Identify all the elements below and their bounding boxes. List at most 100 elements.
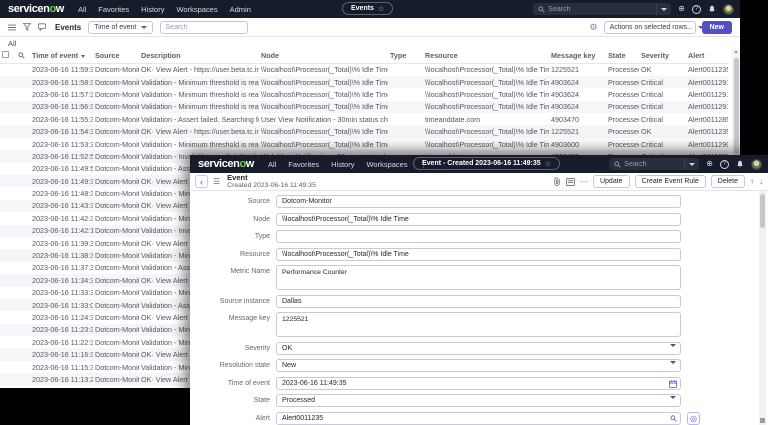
time-of-event-link[interactable]: 2023-06-16 11:48:34 <box>30 187 93 199</box>
servicenow-logo[interactable]: servicenow <box>198 158 254 170</box>
global-search-input[interactable]: Search <box>609 158 700 170</box>
nav-item-all[interactable]: All <box>268 160 276 169</box>
time-of-event-link[interactable]: 2023-06-16 11:22:30 <box>30 336 93 348</box>
time-of-event-link[interactable]: 2023-06-16 11:39:34 <box>30 237 93 249</box>
servicenow-logo[interactable]: servicenow <box>8 3 64 15</box>
help-icon[interactable]: ? <box>692 4 701 14</box>
field-input-severity[interactable]: OK <box>276 341 681 355</box>
time-of-event-link[interactable]: 2023-06-16 11:33:34 <box>30 287 93 299</box>
field-input-node[interactable]: \\localhost\Processor(_Total)\% Idle Tim… <box>276 212 681 226</box>
scroll-thumb[interactable] <box>733 58 739 154</box>
nav-item-admin[interactable]: Admin <box>230 5 251 14</box>
time-of-event-link[interactable]: 2023-06-16 11:23:30 <box>30 323 93 337</box>
field-input-alert[interactable]: Alert0011235 <box>276 411 681 425</box>
create-event-rule-button[interactable]: Create Event Rule <box>634 175 706 188</box>
reference-lookup-icon[interactable] <box>670 414 677 422</box>
feedback-icon[interactable] <box>38 23 46 31</box>
field-input-resource[interactable]: \\localhost\Processor(_Total)\% Idle Tim… <box>276 247 681 261</box>
select-all-checkbox[interactable] <box>0 49 16 64</box>
time-of-event-link[interactable]: 2023-06-16 11:43:35 <box>30 199 93 213</box>
gear-icon[interactable]: ⚙ <box>590 22 598 32</box>
time-of-event-link[interactable]: 2023-06-16 11:49:50 <box>30 163 93 175</box>
back-button[interactable]: ‹ <box>195 175 208 188</box>
scroll-up-icon[interactable]: ▲ <box>732 49 740 56</box>
next-record-icon[interactable]: ↓ <box>759 177 763 186</box>
column-header-source[interactable]: Source <box>93 49 139 64</box>
column-header-description[interactable]: Description <box>139 49 259 64</box>
favorite-star-icon[interactable]: ☆ <box>545 160 551 168</box>
column-header-alert[interactable]: Alert <box>686 49 728 64</box>
list-search-icon[interactable] <box>16 49 30 64</box>
more-options-icon[interactable]: ⋯ <box>580 177 588 186</box>
column-header-message-key[interactable]: Message key <box>549 49 606 64</box>
alert-link[interactable]: Alert0011290 <box>686 138 728 150</box>
nav-item-favorites[interactable]: Favorites <box>98 5 129 14</box>
time-of-event-link[interactable]: 2023-06-16 11:15:30 <box>30 361 93 373</box>
notifications-icon[interactable] <box>708 5 716 13</box>
field-input-message-key[interactable]: 1225521 <box>276 312 681 337</box>
nav-item-all[interactable]: All <box>78 5 86 14</box>
filter-icon[interactable] <box>23 23 31 31</box>
time-of-event-link[interactable]: 2023-06-16 11:55:34 <box>30 113 93 125</box>
reference-preview-button[interactable]: ◎ <box>687 411 700 425</box>
time-of-event-link[interactable]: 2023-06-16 11:38:34 <box>30 249 93 262</box>
avatar[interactable] <box>751 158 762 170</box>
alert-link[interactable]: Alert0011291 <box>686 75 728 89</box>
nav-item-history[interactable]: History <box>331 160 354 169</box>
nav-item-workspaces[interactable]: Workspaces <box>176 5 217 14</box>
alert-link[interactable]: Alert0011291 <box>686 100 728 114</box>
list-menu-icon[interactable] <box>8 24 16 31</box>
help-icon[interactable]: ? <box>720 159 729 169</box>
search-scope-caret[interactable] <box>684 158 699 170</box>
scroll-thumb[interactable] <box>760 194 765 228</box>
apps-icon[interactable]: ⊕ <box>706 160 713 168</box>
time-of-event-link[interactable]: 2023-06-16 11:49:35 <box>30 175 93 188</box>
breadcrumb[interactable]: All <box>0 37 740 49</box>
column-header-resource[interactable]: Resource <box>423 49 549 64</box>
field-input-type[interactable] <box>276 230 681 243</box>
time-of-event-link[interactable]: 2023-06-16 11:34:34 <box>30 274 93 287</box>
list-search-input[interactable]: Search <box>160 20 249 34</box>
nav-item-workspaces[interactable]: Workspaces <box>366 160 407 169</box>
search-column-select[interactable]: Time of event <box>88 20 154 34</box>
column-header-type[interactable]: Type <box>388 49 423 64</box>
time-of-event-link[interactable]: 2023-06-16 11:42:16 <box>30 224 93 237</box>
avatar[interactable] <box>723 3 734 15</box>
alert-link[interactable]: Alert0011235 <box>686 125 728 138</box>
time-of-event-link[interactable]: 2023-06-16 11:54:35 <box>30 125 93 138</box>
column-header-node[interactable]: Node <box>259 49 388 64</box>
field-input-metric-name[interactable]: Performance Counter <box>276 265 681 290</box>
form-scrollbar[interactable] <box>759 191 766 425</box>
column-header-severity[interactable]: Severity <box>639 49 686 64</box>
record-context-menu-icon[interactable]: ☰ <box>213 177 220 186</box>
time-of-event-link[interactable]: 2023-06-16 11:57:36 <box>30 88 93 100</box>
search-scope-caret[interactable] <box>656 3 671 15</box>
field-input-source[interactable]: Dotcom-Monitor <box>276 195 681 208</box>
time-of-event-link[interactable]: 2023-06-16 11:59:36 <box>30 64 93 76</box>
favorite-star-icon[interactable]: ☆ <box>378 5 384 13</box>
context-pill-events[interactable]: Events ☆ <box>342 2 394 15</box>
context-pill-event[interactable]: Event - Created 2023-06-16 11:49:35 ☆ <box>413 157 560 170</box>
time-of-event-link[interactable]: 2023-06-16 11:37:35 <box>30 262 93 274</box>
alert-link[interactable]: Alert0011235 <box>686 64 728 76</box>
time-of-event-link[interactable]: 2023-06-16 11:58:35 <box>30 75 93 89</box>
attachment-icon[interactable] <box>553 177 561 186</box>
column-header-state[interactable]: State <box>606 49 639 64</box>
field-input-time-of-event[interactable]: 2023-06-16 11:49:35 <box>276 376 681 390</box>
time-of-event-link[interactable]: 2023-06-16 11:56:35 <box>30 100 93 114</box>
field-input-state[interactable]: Processed <box>276 394 681 407</box>
time-of-event-link[interactable]: 2023-06-16 11:52:53 <box>30 150 93 163</box>
time-of-event-link[interactable]: 2023-06-16 11:53:35 <box>30 138 93 150</box>
time-of-event-link[interactable]: 2023-06-16 11:13:29 <box>30 373 93 386</box>
update-button[interactable]: Update <box>592 175 630 188</box>
new-button[interactable]: New <box>701 20 732 34</box>
alert-link[interactable]: Alert0011285 <box>686 113 728 125</box>
field-input-resolution-state[interactable]: New <box>276 359 681 372</box>
notifications-icon[interactable] <box>736 160 744 168</box>
nav-item-favorites[interactable]: Favorites <box>288 160 319 169</box>
actions-select[interactable]: Actions on selected rows... <box>603 20 704 34</box>
time-of-event-link[interactable]: 2023-06-16 11:16:30 <box>30 348 93 361</box>
time-of-event-link[interactable]: 2023-06-16 11:33:07 <box>30 298 93 312</box>
nav-item-history[interactable]: History <box>141 5 164 14</box>
column-header-time-of-event[interactable]: Time of event <box>30 49 93 64</box>
